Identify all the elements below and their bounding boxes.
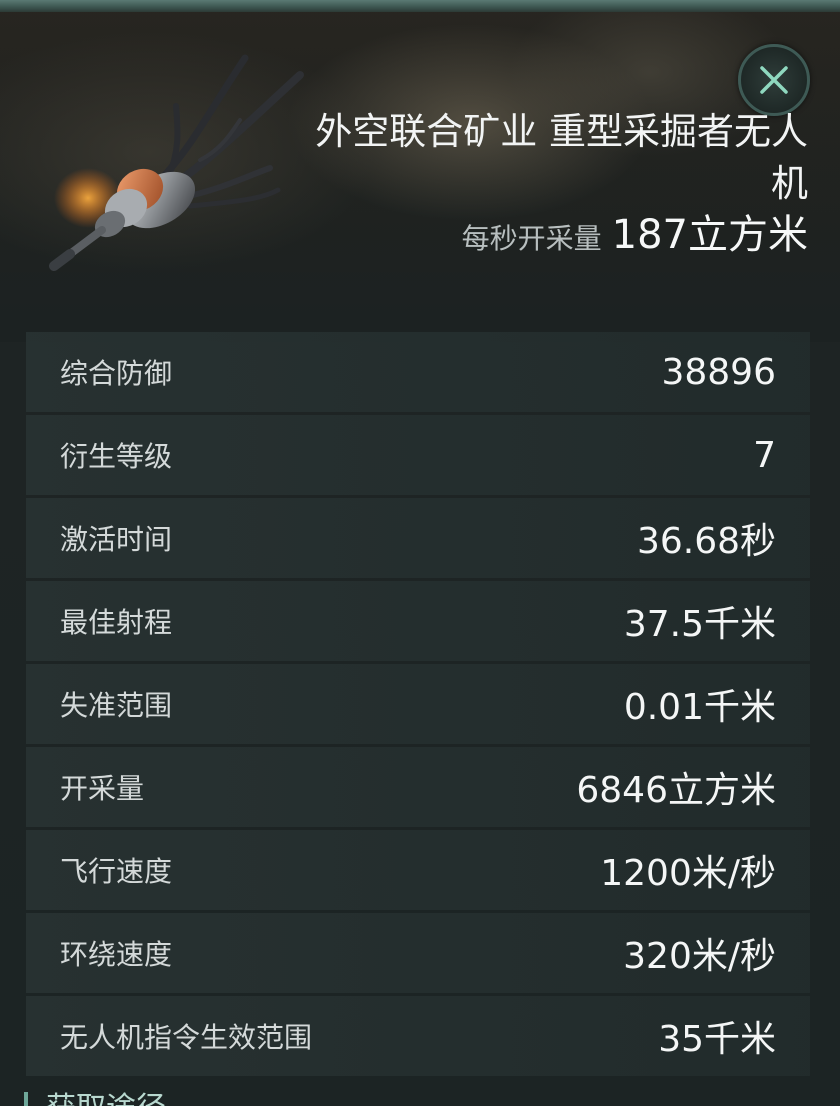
stat-label: 环绕速度 <box>60 938 173 971</box>
mining-rate: 每秒开采量 187立方米 <box>462 202 808 260</box>
stat-row-activation-time: 激活时间 36.68秒 <box>26 498 810 578</box>
stat-value: 36.68秒 <box>636 521 776 562</box>
stat-value: 6846立方米 <box>576 770 776 811</box>
stat-label: 飞行速度 <box>60 855 173 888</box>
item-detail-panel: 外空联合矿业 重型采掘者无人机 每秒开采量 187立方米 综合防御 38896 衍… <box>0 0 840 1106</box>
stat-row-defense: 综合防御 38896 <box>26 332 810 412</box>
mining-rate-label: 每秒开采量 <box>461 222 602 255</box>
stat-label: 激活时间 <box>60 523 173 556</box>
stat-row-orbit-speed: 环绕速度 320米/秒 <box>26 913 810 993</box>
stat-label: 开采量 <box>60 772 145 805</box>
stat-row-flight-speed: 飞行速度 1200米/秒 <box>26 830 810 910</box>
stat-value: 38896 <box>661 351 776 393</box>
stat-label: 失准范围 <box>60 689 173 722</box>
mining-rate-value: 187立方米 <box>611 212 808 258</box>
close-icon <box>760 66 788 94</box>
stat-row-optimal-range: 最佳射程 37.5千米 <box>26 581 810 661</box>
stat-value: 1200米/秒 <box>600 853 776 894</box>
stat-label: 综合防御 <box>60 357 173 390</box>
top-strip <box>0 0 840 12</box>
item-title: 外空联合矿业 重型采掘者无人机 <box>315 110 808 205</box>
stat-label: 衍生等级 <box>60 440 173 473</box>
acquisition-section[interactable]: 获取途径 <box>24 1088 166 1106</box>
stat-label: 最佳射程 <box>60 606 173 639</box>
stat-row-control-range: 无人机指令生效范围 35千米 <box>26 996 810 1076</box>
stat-row-mining-amount: 开采量 6846立方米 <box>26 747 810 827</box>
stat-row-tech-level: 衍生等级 7 <box>26 415 810 495</box>
stat-value: 7 <box>753 434 776 476</box>
stat-value: 37.5千米 <box>623 604 776 645</box>
stat-value: 35千米 <box>658 1019 776 1060</box>
section-marker <box>24 1092 28 1106</box>
stat-value: 0.01千米 <box>623 687 776 728</box>
stat-value: 320米/秒 <box>623 936 776 977</box>
stat-label: 无人机指令生效范围 <box>60 1021 313 1054</box>
stats-list: 综合防御 38896 衍生等级 7 激活时间 36.68秒 最佳射程 37.5千… <box>26 332 810 1079</box>
acquisition-label: 获取途径 <box>46 1094 166 1106</box>
stat-row-falloff: 失准范围 0.01千米 <box>26 664 810 744</box>
